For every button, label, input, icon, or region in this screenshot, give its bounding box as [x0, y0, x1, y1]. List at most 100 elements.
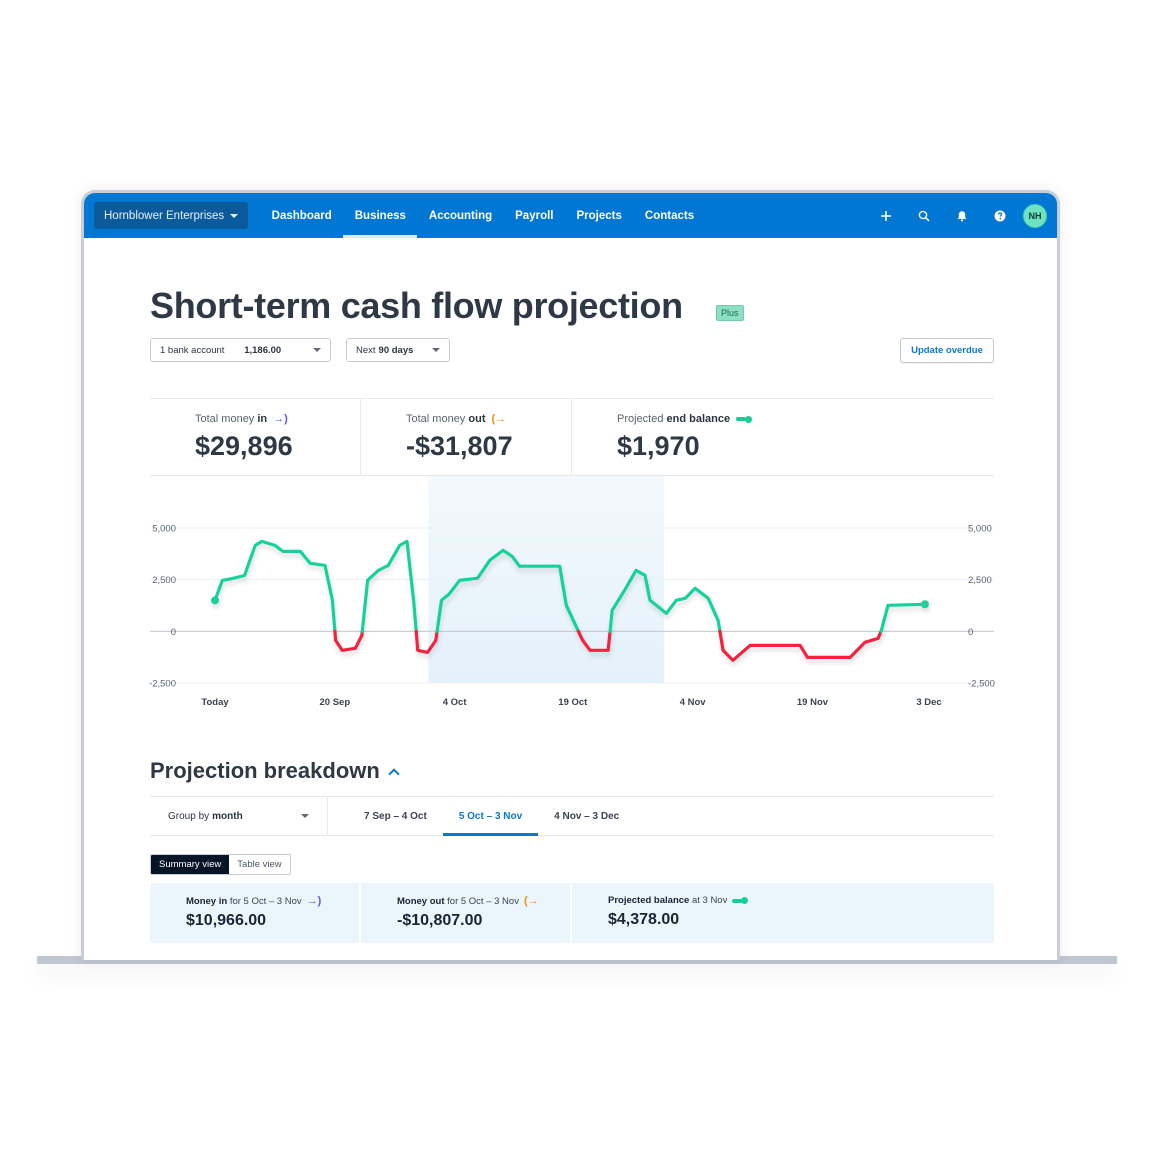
x-tick-label: 20 Sep — [320, 697, 351, 708]
chevron-down-icon — [432, 348, 440, 352]
balance-line-positive — [360, 539, 418, 633]
balance-icon — [736, 415, 753, 423]
chevron-down-icon — [301, 814, 309, 818]
chevron-up-icon[interactable] — [388, 768, 400, 780]
top-navigation: Hornblower Enterprises Dashboard Busines… — [84, 193, 1057, 238]
stat-label-bold: end balance — [666, 413, 731, 425]
period-tab-active[interactable]: 5 Oct – 3 Nov — [442, 797, 539, 836]
balance-line-negative — [333, 629, 364, 652]
y-tick-label-left: -2,500 — [149, 679, 176, 690]
update-overdue-button[interactable]: Update overdue — [900, 338, 994, 363]
chevron-down-icon — [312, 348, 321, 352]
money-out-icon: (→ — [491, 413, 507, 425]
y-tick-label-left: 5,000 — [152, 524, 176, 535]
stat-label-prefix: Projected — [617, 413, 664, 425]
start-point-marker — [211, 596, 219, 605]
card-projected-balance: Projected balance at 3 Nov $4,378.00 — [572, 883, 994, 943]
x-tick-label: 19 Oct — [558, 697, 588, 708]
y-tick-label-right: 2,500 — [968, 575, 992, 586]
stat-label-prefix: Total money — [406, 413, 466, 425]
card-label: Projected balance at 3 Nov — [608, 895, 994, 906]
summary-stats: Total money in →) $29,896 Total money ou… — [150, 398, 994, 476]
date-range-value: 90 days — [378, 344, 414, 356]
summary-view-button[interactable]: Summary view — [151, 855, 230, 874]
stat-label-bold: out — [468, 413, 486, 425]
money-in-icon: →) — [306, 895, 322, 907]
x-tick-label: 4 Oct — [443, 697, 468, 708]
card-value: $4,378.00 — [608, 911, 680, 928]
search-icon[interactable] — [905, 193, 943, 238]
nav-actions: NH — [867, 193, 1047, 238]
card-label: Money out for 5 Oct – 3 Nov (→ — [397, 895, 570, 907]
nav-item-payroll[interactable]: Payroll — [504, 193, 565, 238]
card-value: $10,966.00 — [186, 912, 267, 929]
money-out-icon: (→ — [523, 895, 539, 907]
card-label-rest: for 5 Oct – 3 Nov — [447, 895, 519, 907]
organisation-name: Hornblower Enterprises — [104, 209, 225, 222]
balance-icon — [732, 897, 749, 904]
period-tabs: 7 Sep – 4 Oct 5 Oct – 3 Nov 4 Nov – 3 De… — [348, 797, 635, 836]
card-label-bold: Money out — [397, 895, 445, 907]
app-window: Hornblower Enterprises Dashboard Busines… — [81, 190, 1060, 960]
page-title: Short-term cash flow projection — [150, 285, 683, 326]
stat-label: Total money out (→ — [406, 413, 571, 425]
date-range-prefix: Next — [356, 344, 376, 356]
nav-item-contacts[interactable]: Contacts — [633, 193, 705, 238]
plus-icon[interactable] — [867, 193, 905, 238]
stat-label: Total money in →) — [195, 413, 360, 425]
nav-item-accounting[interactable]: Accounting — [417, 193, 503, 238]
nav-menu: Dashboard Business Accounting Payroll Pr… — [260, 193, 705, 238]
x-tick-label: 19 Nov — [797, 697, 829, 708]
y-tick-label-right: 0 — [968, 627, 973, 638]
bank-account-select[interactable]: 1 bank account 1,186.00 — [150, 338, 331, 362]
nav-item-projects[interactable]: Projects — [565, 193, 633, 238]
organisation-switcher[interactable]: Hornblower Enterprises — [94, 202, 249, 229]
stat-total-money-out: Total money out (→ -$31,807 — [361, 399, 572, 475]
stat-total-money-in: Total money in →) $29,896 — [150, 399, 361, 475]
card-label-bold: Projected balance — [608, 895, 690, 906]
plan-badge: Plus — [716, 305, 744, 321]
x-tick-label: 4 Nov — [680, 697, 707, 708]
user-avatar[interactable]: NH — [1023, 203, 1047, 228]
projection-breakdown-heading: Projection breakdown — [150, 758, 400, 784]
nav-item-dashboard[interactable]: Dashboard — [260, 193, 343, 238]
end-point-marker — [920, 600, 929, 609]
breakdown-toolbar: Group by month 7 Sep – 4 Oct 5 Oct – 3 N… — [150, 796, 994, 836]
money-in-icon: →) — [273, 413, 288, 425]
bell-icon[interactable] — [943, 193, 981, 238]
table-view-button[interactable]: Table view — [229, 855, 290, 874]
y-tick-label-right: -2,500 — [968, 679, 995, 690]
group-by-prefix: Group by — [168, 810, 210, 822]
card-label-rest: for 5 Oct – 3 Nov — [229, 895, 302, 907]
bank-account-label: 1 bank account — [160, 344, 225, 356]
section-title: Projection breakdown — [150, 758, 380, 783]
x-tick-label: 3 Dec — [916, 697, 941, 708]
stat-label-prefix: Total money — [195, 413, 255, 425]
y-tick-label-right: 5,000 — [968, 524, 992, 535]
stat-value: $1,970 — [617, 431, 700, 461]
balance-line-positive — [879, 602, 927, 633]
stat-value: $29,896 — [195, 431, 293, 461]
card-label: Money in for 5 Oct – 3 Nov →) — [186, 895, 359, 907]
date-range-select[interactable]: Next 90 days — [346, 338, 450, 362]
group-by-select[interactable]: Group by month — [150, 797, 328, 835]
balance-line-positive — [213, 539, 337, 633]
period-summary-cards: Money in for 5 Oct – 3 Nov →) $10,966.00… — [150, 883, 994, 943]
bank-account-amount: 1,186.00 — [244, 344, 282, 356]
y-tick-label-left: 0 — [171, 627, 176, 638]
balance-line-negative — [718, 629, 883, 662]
stat-label: Projected end balance — [617, 413, 994, 425]
help-icon[interactable] — [981, 193, 1019, 238]
cash-flow-chart[interactable]: 5,000 5,000 2,500 2,500 0 0 -2,500 -2,500 Today 2… — [84, 476, 1057, 716]
nav-item-business[interactable]: Business — [343, 193, 418, 238]
chart-svg: 5,000 5,000 2,500 2,500 0 0 -2,500 -2,500 Today 2… — [149, 476, 995, 708]
group-by-value: month — [212, 810, 243, 822]
x-tick-label: Today — [201, 697, 229, 708]
stat-projected-end-balance: Projected end balance $1,970 — [572, 399, 994, 475]
stat-label-bold: in — [257, 413, 268, 425]
y-tick-label-left: 2,500 — [152, 575, 176, 586]
period-tab[interactable]: 7 Sep – 4 Oct — [348, 797, 443, 835]
period-tab[interactable]: 4 Nov – 3 Dec — [538, 797, 635, 835]
card-money-in: Money in for 5 Oct – 3 Nov →) $10,966.00 — [150, 883, 361, 943]
stat-value: -$31,807 — [406, 431, 513, 461]
